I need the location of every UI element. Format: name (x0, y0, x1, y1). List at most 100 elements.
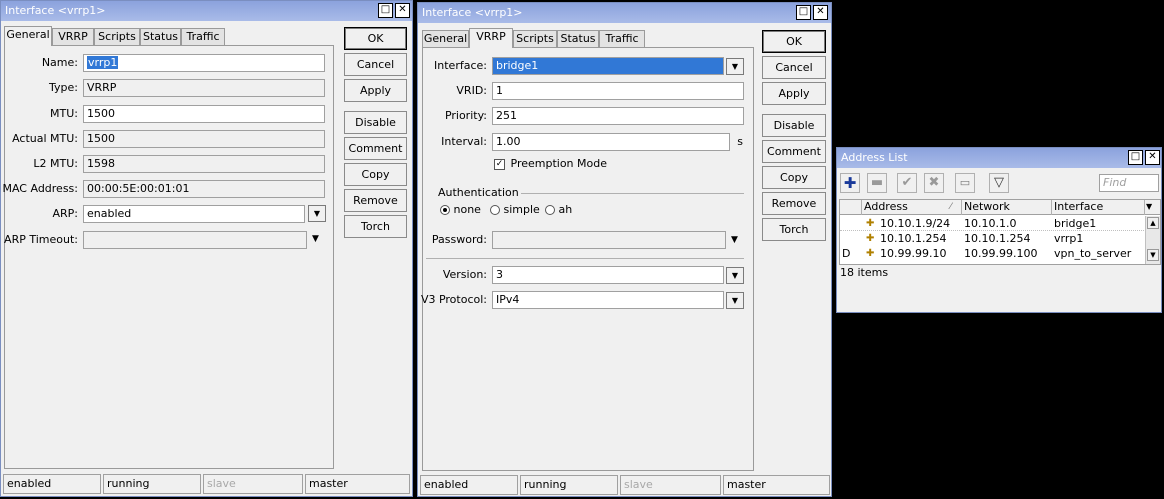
v3-protocol-dropdown-icon[interactable]: ▼ (726, 292, 744, 309)
actual-mtu-field: 1500 (83, 130, 325, 148)
tab-general[interactable]: General (4, 26, 52, 46)
col-address[interactable]: Address (862, 200, 962, 215)
vrid-field[interactable]: 1 (492, 82, 744, 100)
comment-icon[interactable]: ▭ (955, 173, 975, 193)
ok-button[interactable]: OK (762, 30, 826, 53)
maximize-icon[interactable]: □ (378, 3, 393, 18)
ok-button[interactable]: OK (344, 27, 407, 50)
tab-status[interactable]: Status (140, 28, 181, 46)
mac-address-label: MAC Address: (2, 182, 78, 195)
apply-button[interactable]: Apply (344, 79, 407, 102)
tab-vrrp[interactable]: VRRP (52, 28, 94, 46)
auth-ah-radio[interactable]: ah (545, 202, 572, 218)
cancel-button[interactable]: Cancel (762, 56, 826, 79)
sort-icon: ⁄ (950, 202, 952, 212)
tab-traffic[interactable]: Traffic (181, 28, 225, 46)
auth-simple-radio[interactable]: simple (490, 202, 540, 218)
interval-field[interactable]: 1.00 (492, 133, 730, 151)
column-menu-icon[interactable]: ▼ (1146, 200, 1152, 214)
item-count: 18 items (840, 266, 889, 279)
version-dropdown-icon[interactable]: ▼ (726, 267, 744, 284)
interface-dropdown-icon[interactable]: ▼ (726, 58, 744, 75)
row-interface: vpn_to_server (1054, 247, 1132, 260)
cancel-button[interactable]: Cancel (344, 53, 407, 76)
mtu-field[interactable]: 1500 (83, 105, 325, 123)
col-interface[interactable]: Interface (1052, 200, 1145, 215)
arp-select[interactable]: enabled (83, 205, 305, 223)
priority-label: Priority: (444, 109, 487, 122)
version-select[interactable]: 3 (492, 266, 724, 284)
table-row[interactable]: D ✚ 10.99.99.10 10.99.99.100 vpn_to_serv… (840, 246, 1144, 261)
scroll-up-icon[interactable]: ▲ (1147, 217, 1159, 229)
interface-window-vrrp: Interface <vrrp1> □ ✕ General VRRP Scrip… (417, 2, 832, 497)
status-master: master (723, 475, 830, 495)
tab-vrrp[interactable]: VRRP (469, 28, 513, 48)
v3-protocol-select[interactable]: IPv4 (492, 291, 724, 309)
type-label: Type: (49, 81, 78, 94)
password-field[interactable] (492, 231, 726, 249)
l2-mtu-label: L2 MTU: (33, 157, 78, 170)
copy-button[interactable]: Copy (762, 166, 826, 189)
status-running: running (520, 475, 618, 495)
auth-simple-label: simple (503, 203, 540, 216)
row-address: 10.10.1.9/24 (880, 217, 951, 230)
radio-icon[interactable] (545, 205, 555, 215)
auth-none-radio[interactable]: none (440, 202, 481, 218)
disable-button[interactable]: Disable (344, 111, 407, 134)
apply-button[interactable]: Apply (762, 82, 826, 105)
status-enabled: enabled (3, 474, 101, 494)
arp-dropdown-icon[interactable]: ▼ (308, 205, 326, 222)
l2-mtu-field: 1598 (83, 155, 325, 173)
tab-scripts[interactable]: Scripts (513, 30, 557, 48)
remove-button[interactable]: Remove (762, 192, 826, 215)
close-icon[interactable]: ✕ (1145, 150, 1160, 165)
tab-traffic[interactable]: Traffic (599, 30, 645, 48)
interface-select[interactable]: bridge1 (492, 57, 724, 75)
interval-unit: s (737, 135, 743, 148)
arp-timeout-dropdown-icon[interactable]: ▼ (312, 230, 319, 248)
arp-timeout-field[interactable] (83, 231, 307, 249)
torch-button[interactable]: Torch (344, 215, 407, 238)
type-field: VRRP (83, 79, 325, 97)
copy-button[interactable]: Copy (344, 163, 407, 186)
scroll-down-icon[interactable]: ▼ (1147, 249, 1159, 261)
maximize-icon[interactable]: □ (1128, 150, 1143, 165)
close-icon[interactable]: ✕ (813, 5, 828, 20)
priority-field[interactable]: 251 (492, 107, 744, 125)
remove-icon[interactable]: ▬ (867, 173, 887, 193)
radio-icon[interactable] (490, 205, 500, 215)
checkbox-checked-icon[interactable]: ✓ (494, 158, 505, 170)
table-row[interactable]: ✚ 10.10.1.254 10.10.1.254 vrrp1 (840, 231, 1144, 246)
add-icon[interactable]: ✚ (840, 173, 860, 193)
divider (426, 258, 744, 259)
table-row[interactable]: ✚ 10.10.1.9/24 10.10.1.0 bridge1 (840, 216, 1144, 231)
radio-selected-icon[interactable] (440, 205, 450, 215)
close-icon[interactable]: ✕ (395, 3, 410, 18)
disable-icon[interactable]: ✖ (924, 173, 944, 193)
tab-general[interactable]: General (422, 30, 469, 48)
comment-button[interactable]: Comment (344, 137, 407, 160)
vertical-scrollbar[interactable]: ▲ ▼ (1145, 216, 1160, 264)
toolbar: ✚ ▬ ✔ ✖ ▭ ▽ Find (840, 173, 1160, 195)
torch-button[interactable]: Torch (762, 218, 826, 241)
tab-status[interactable]: Status (557, 30, 599, 48)
interface-window-general: Interface <vrrp1> □ ✕ General VRRP Scrip… (0, 0, 413, 497)
enable-icon[interactable]: ✔ (897, 173, 917, 193)
auth-ah-label: ah (558, 203, 573, 216)
comment-button[interactable]: Comment (762, 140, 826, 163)
tab-scripts[interactable]: Scripts (94, 28, 140, 46)
vrid-label: VRID: (456, 84, 487, 97)
find-input[interactable]: Find (1099, 174, 1159, 192)
authentication-header: Authentication (436, 186, 521, 200)
remove-button[interactable]: Remove (344, 189, 407, 212)
status-master: master (305, 474, 410, 494)
status-slave: slave (203, 474, 303, 494)
filter-icon[interactable]: ▽ (989, 173, 1009, 193)
maximize-icon[interactable]: □ (796, 5, 811, 20)
password-dropdown-icon[interactable]: ▼ (731, 231, 738, 249)
name-field[interactable]: vrrp1 (83, 54, 325, 72)
disable-button[interactable]: Disable (762, 114, 826, 137)
row-network: 10.10.1.0 (964, 217, 1017, 230)
col-network[interactable]: Network (962, 200, 1052, 215)
preemption-mode-checkbox[interactable]: ✓ Preemption Mode (494, 156, 607, 172)
